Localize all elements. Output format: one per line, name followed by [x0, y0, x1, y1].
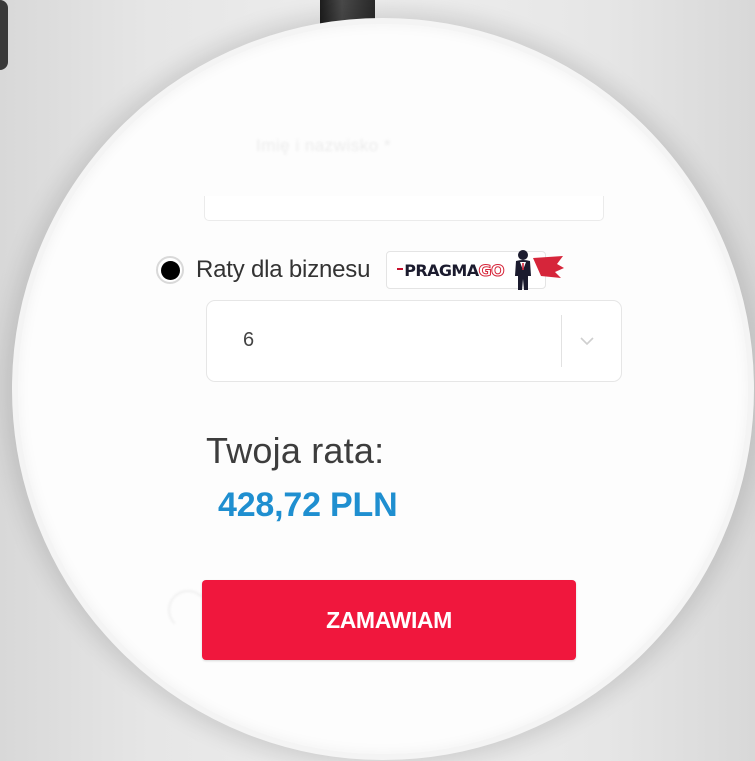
- order-button[interactable]: ZAMAWIAM: [202, 580, 576, 660]
- background-left-element: [0, 0, 8, 70]
- faded-field-label: Imię i nazwisko *: [256, 136, 392, 155]
- brand-name-part1: PRAGMA: [404, 260, 479, 280]
- radio-selected-icon: [160, 260, 180, 280]
- installment-rate-label: Twoja rata:: [206, 430, 385, 471]
- brand-dash: [397, 268, 404, 270]
- brand-name-part2: GO: [478, 260, 505, 280]
- installment-rate-value: 428,72 PLN: [218, 486, 398, 524]
- name-input[interactable]: [204, 196, 604, 221]
- superhero-mascot-icon: [515, 250, 565, 290]
- brand-name: PRAGMAGO: [404, 260, 505, 280]
- payment-radio-button[interactable]: [156, 256, 184, 284]
- chevron-down-icon[interactable]: [577, 331, 597, 351]
- select-separator: [561, 315, 562, 367]
- installments-select[interactable]: 6: [206, 300, 622, 382]
- payment-option-business-installments[interactable]: Raty dla biznesu PRAGMAGO: [156, 250, 565, 290]
- payment-option-label: Raty dla biznesu: [196, 256, 371, 283]
- magnifier-lens: Imię i nazwisko * Raty dla biznesu PRAGM…: [12, 18, 754, 760]
- installments-select-value: 6: [243, 329, 255, 351]
- pragmago-logo: PRAGMAGO: [386, 250, 565, 290]
